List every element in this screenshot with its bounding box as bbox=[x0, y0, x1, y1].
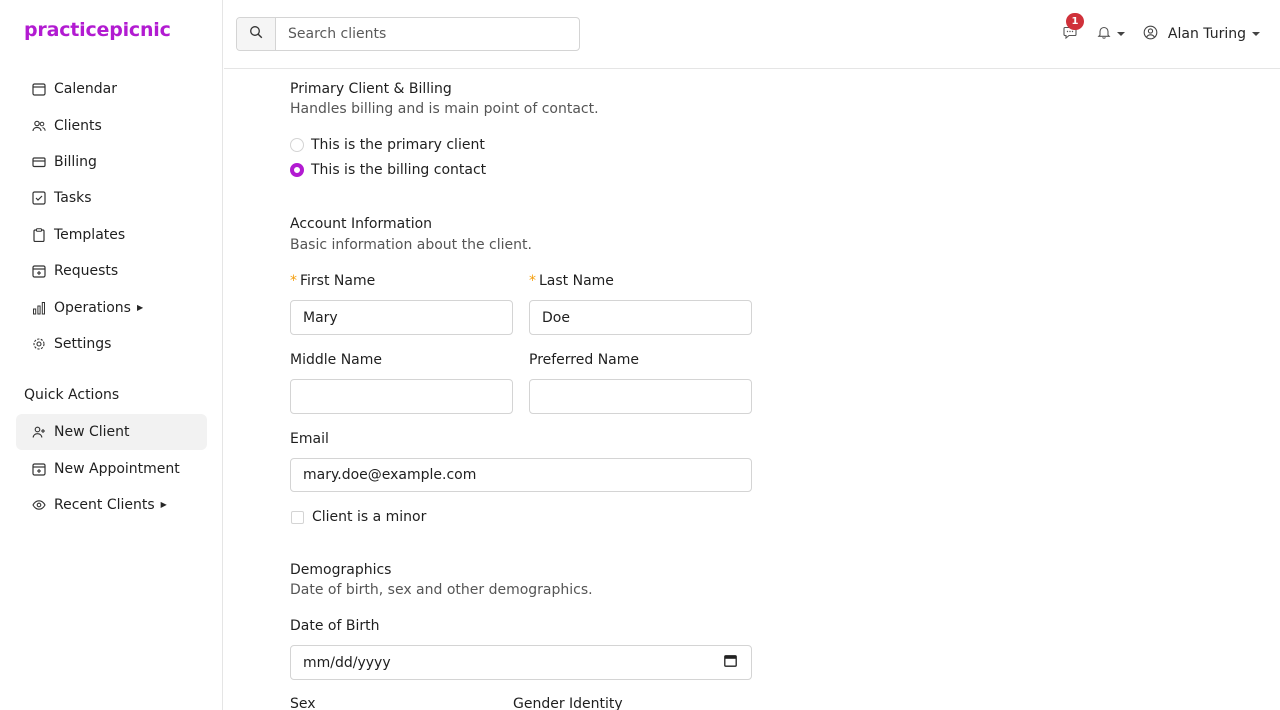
sidebar-item-settings[interactable]: Settings bbox=[16, 326, 207, 362]
quick-action-new-client[interactable]: New Client bbox=[16, 414, 207, 451]
sidebar: practicepicnic Calendar Clients Billing … bbox=[0, 0, 223, 710]
required-mark: * bbox=[290, 273, 297, 289]
demographics-title: Demographics bbox=[290, 562, 392, 578]
sidebar-item-billing[interactable]: Billing bbox=[16, 144, 207, 180]
sidebar-item-templates[interactable]: Templates bbox=[16, 217, 207, 253]
sidebar-item-label: Tasks bbox=[54, 190, 92, 207]
email-field[interactable]: mary.doe@example.com bbox=[290, 458, 752, 492]
quick-action-new-appointment[interactable]: New Appointment bbox=[16, 450, 207, 486]
sidebar-item-label: Requests bbox=[54, 263, 119, 280]
account-info-title: Account Information bbox=[290, 216, 433, 232]
quick-actions-nav: New Client New Appointment Recent Client… bbox=[16, 414, 207, 523]
notifications-dropdown[interactable] bbox=[1097, 25, 1125, 43]
calendar-plus-icon bbox=[32, 264, 46, 278]
sidebar-item-label: Operations bbox=[54, 299, 131, 316]
user-menu[interactable]: Alan Turing bbox=[1143, 25, 1260, 44]
minor-checkbox-row[interactable]: Client is a minor bbox=[291, 509, 426, 525]
quick-action-label: New Client bbox=[54, 424, 130, 441]
user-plus-icon bbox=[32, 425, 46, 439]
quick-action-label: Recent Clients bbox=[54, 496, 155, 513]
first-name-label-text: First Name bbox=[300, 273, 376, 289]
minor-checkbox-label: Client is a minor bbox=[312, 509, 427, 525]
first-name-label: * First Name bbox=[290, 273, 375, 289]
last-name-field[interactable]: Doe bbox=[529, 300, 752, 335]
clipboard-icon bbox=[32, 228, 46, 242]
sidebar-item-label: Templates bbox=[54, 226, 126, 243]
search-bar bbox=[236, 17, 580, 51]
sidebar-item-requests[interactable]: Requests bbox=[16, 253, 207, 289]
radio-primary-client[interactable]: This is the primary client bbox=[290, 137, 485, 153]
gender-identity-label: Gender Identity bbox=[513, 696, 623, 710]
calendar-icon[interactable] bbox=[724, 654, 737, 671]
gear-icon bbox=[32, 337, 46, 351]
user-circle-icon bbox=[1143, 25, 1158, 44]
last-name-label-text: Last Name bbox=[539, 273, 614, 289]
eye-icon bbox=[32, 498, 46, 512]
quick-action-recent-clients[interactable]: Recent Clients ▶ bbox=[16, 487, 207, 523]
last-name-label: * Last Name bbox=[529, 273, 614, 289]
messages-count-badge: 1 bbox=[1065, 13, 1084, 30]
radio-circle[interactable] bbox=[290, 138, 304, 152]
calendar-plus-icon bbox=[32, 462, 46, 476]
sidebar-item-calendar[interactable]: Calendar bbox=[16, 71, 207, 107]
preferred-name-field[interactable] bbox=[529, 379, 752, 414]
radio-label: This is the primary client bbox=[311, 137, 485, 153]
sex-label: Sex bbox=[290, 696, 316, 710]
quick-actions-title: Quick Actions bbox=[24, 387, 120, 403]
header-actions: 1 Alan Turing bbox=[1061, 0, 1260, 68]
brand-logo[interactable]: practicepicnic bbox=[24, 19, 171, 41]
first-name-field[interactable]: Mary bbox=[290, 300, 513, 335]
radio-label: This is the billing contact bbox=[311, 162, 487, 178]
credit-card-icon bbox=[32, 155, 46, 169]
caret-right-icon: ▶ bbox=[160, 500, 167, 510]
quick-action-label: New Appointment bbox=[54, 460, 180, 477]
dob-placeholder: mm/dd/yyyy bbox=[303, 654, 391, 671]
sidebar-item-operations[interactable]: Operations ▶ bbox=[16, 289, 207, 325]
top-header: 1 Alan Turing bbox=[224, 0, 1280, 69]
bell-icon bbox=[1097, 25, 1111, 43]
radio-billing-contact[interactable]: This is the billing contact bbox=[290, 162, 486, 178]
user-name: Alan Turing bbox=[1167, 26, 1246, 42]
sidebar-item-label: Settings bbox=[54, 335, 112, 352]
chevron-down-icon bbox=[1252, 32, 1260, 36]
email-label: Email bbox=[290, 431, 329, 447]
sidebar-item-label: Billing bbox=[54, 153, 97, 170]
main-nav: Calendar Clients Billing Tasks Templates bbox=[16, 71, 207, 362]
dob-field[interactable]: mm/dd/yyyy bbox=[290, 645, 752, 680]
users-icon bbox=[32, 119, 46, 133]
middle-name-label: Middle Name bbox=[290, 352, 382, 368]
preferred-name-label: Preferred Name bbox=[529, 352, 640, 368]
radio-circle[interactable] bbox=[290, 163, 304, 177]
primary-billing-subtitle: Handles billing and is main point of con… bbox=[290, 101, 599, 117]
search-input[interactable] bbox=[276, 18, 579, 50]
calendar-icon bbox=[32, 82, 46, 96]
sidebar-item-tasks[interactable]: Tasks bbox=[16, 180, 207, 216]
dob-label: Date of Birth bbox=[290, 618, 380, 634]
required-mark: * bbox=[529, 273, 536, 289]
primary-billing-title: Primary Client & Billing bbox=[290, 81, 452, 97]
check-square-icon bbox=[32, 191, 46, 205]
search-button[interactable] bbox=[237, 18, 276, 50]
messages-button[interactable]: 1 bbox=[1061, 13, 1084, 43]
bar-chart-icon bbox=[32, 301, 46, 315]
middle-name-field[interactable] bbox=[290, 379, 513, 414]
search-icon bbox=[249, 25, 263, 43]
sidebar-item-label: Calendar bbox=[54, 81, 117, 98]
account-info-subtitle: Basic information about the client. bbox=[290, 237, 532, 253]
demographics-subtitle: Date of birth, sex and other demographic… bbox=[290, 582, 593, 598]
sidebar-item-clients[interactable]: Clients bbox=[16, 107, 207, 143]
chevron-down-icon bbox=[1116, 32, 1125, 36]
sidebar-item-label: Clients bbox=[54, 117, 102, 134]
minor-checkbox[interactable] bbox=[291, 510, 304, 524]
caret-right-icon: ▶ bbox=[136, 303, 144, 313]
